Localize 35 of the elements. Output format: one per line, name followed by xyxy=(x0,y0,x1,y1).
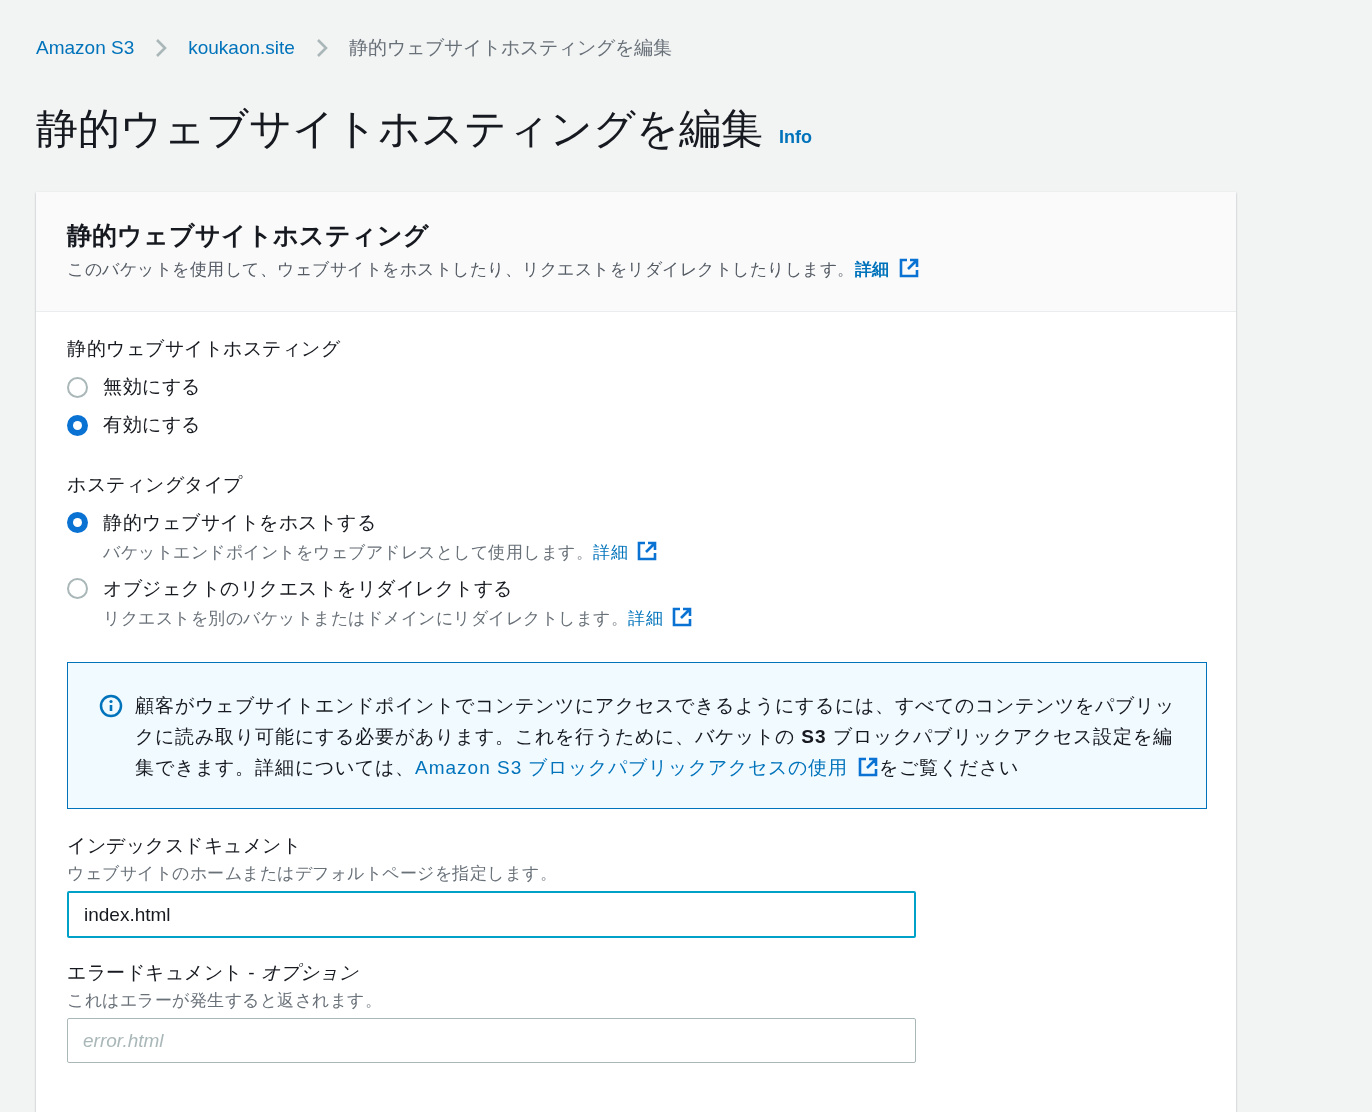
field-label: インデックスドキュメント xyxy=(67,834,302,858)
field-hint: ウェブサイトのホームまたはデフォルトページを指定します。 xyxy=(67,863,558,884)
group-label: ホスティングタイプ xyxy=(67,473,244,497)
option-description: リクエストを別のバケットまたはドメインにリダイレクトします。詳細 xyxy=(103,604,693,632)
learn-more-link[interactable]: 詳細 xyxy=(854,259,920,279)
field-label: エラードキュメント - オプション xyxy=(67,961,360,985)
external-link-icon xyxy=(897,256,920,279)
external-link-icon xyxy=(856,756,879,778)
radio-label[interactable]: 無効にする xyxy=(103,372,201,402)
external-link-icon xyxy=(671,606,693,628)
radio-button[interactable] xyxy=(67,376,88,398)
panel-description: このバケットを使用して、ウェブサイトをホストしたり、リクエストをリダイレクトしたりします。詳細 xyxy=(67,256,1205,282)
alert-message: 顧客がウェブサイトエンドポイントでコンテンツにアクセスできるようにするには、すべてのコンテンツをパブリックに読み取り可能にする必要があります。これを行うために、バケットの S3 ブロックパブリックアクセス設定を編集できます。詳細については、Amazon S3 ブロックパブリックアクセスの使用 をご覧ください xyxy=(135,694,1176,780)
radio-button[interactable] xyxy=(67,512,88,533)
info-link[interactable]: Info xyxy=(779,123,812,151)
text-input[interactable]: error.html xyxy=(67,1018,916,1063)
info-icon xyxy=(99,694,123,718)
external-link-icon xyxy=(636,540,658,562)
panel-title: 静的ウェブサイトホスティング xyxy=(67,219,430,251)
page-title: 静的ウェブサイトホスティングを編集 xyxy=(36,103,763,154)
breadcrumb-current: 静的ウェブサイトホスティングを編集 xyxy=(348,36,672,60)
breadcrumb-link[interactable]: Amazon S3 xyxy=(36,34,135,63)
learn-more-link[interactable]: 詳細 xyxy=(628,609,693,627)
text-input[interactable]: index.html xyxy=(67,891,916,938)
field-hint: これはエラーが発生すると返されます。 xyxy=(67,990,383,1011)
learn-more-link[interactable]: 詳細 xyxy=(593,543,658,561)
group-label: 静的ウェブサイトホスティング xyxy=(67,337,341,361)
documentation-link[interactable]: Amazon S3 ブロックパブリックアクセスの使用 xyxy=(415,757,879,778)
option-description: バケットエンドポイントをウェブアドレスとして使用します。詳細 xyxy=(103,538,658,566)
radio-button[interactable] xyxy=(67,578,88,599)
radio-button[interactable] xyxy=(67,414,88,436)
radio-label[interactable]: オブジェクトのリクエストをリダイレクトする xyxy=(103,574,693,604)
radio-label[interactable]: 静的ウェブサイトをホストする xyxy=(103,508,658,538)
breadcrumb-link[interactable]: koukaon.site xyxy=(188,34,295,63)
radio-label[interactable]: 有効にする xyxy=(103,410,201,440)
